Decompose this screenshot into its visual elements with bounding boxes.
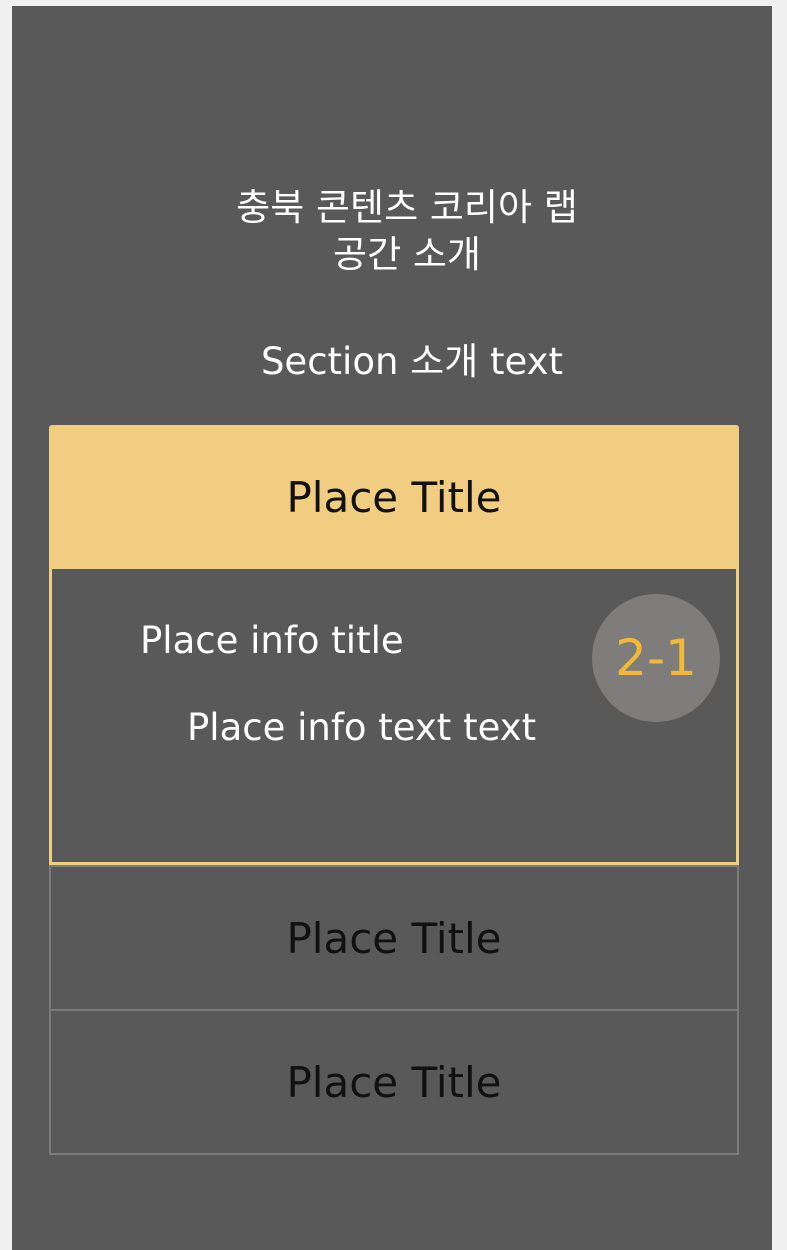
section-intro: Section 소개 text	[260, 340, 564, 383]
place-item-1-panel: Place info title Place info text text 2-…	[49, 569, 739, 865]
place-item-3: Place Title	[49, 1011, 739, 1155]
place-accordion: Place Title Place info title Place info …	[49, 425, 739, 1155]
place-item-3-header[interactable]: Place Title	[51, 1011, 737, 1153]
page-title: 충북 콘텐츠 코리아 랩 공간 소개	[12, 184, 787, 278]
place-item-2: Place Title	[49, 865, 739, 1011]
page-title-line2: 공간 소개	[333, 233, 481, 276]
place-info-title: Place info title	[140, 619, 404, 662]
place-number-badge: 2-1	[592, 594, 720, 722]
place-info-text: Place info text text	[187, 706, 537, 749]
place-item-1: Place Title Place info title Place info …	[49, 425, 739, 865]
place-item-1-header[interactable]: Place Title	[49, 425, 739, 569]
mobile-screen: 충북 콘텐츠 코리아 랩 공간 소개 Section 소개 text Place…	[12, 6, 772, 1250]
page-title-line1: 충북 콘텐츠 코리아 랩	[236, 186, 578, 229]
place-item-2-header[interactable]: Place Title	[51, 867, 737, 1009]
